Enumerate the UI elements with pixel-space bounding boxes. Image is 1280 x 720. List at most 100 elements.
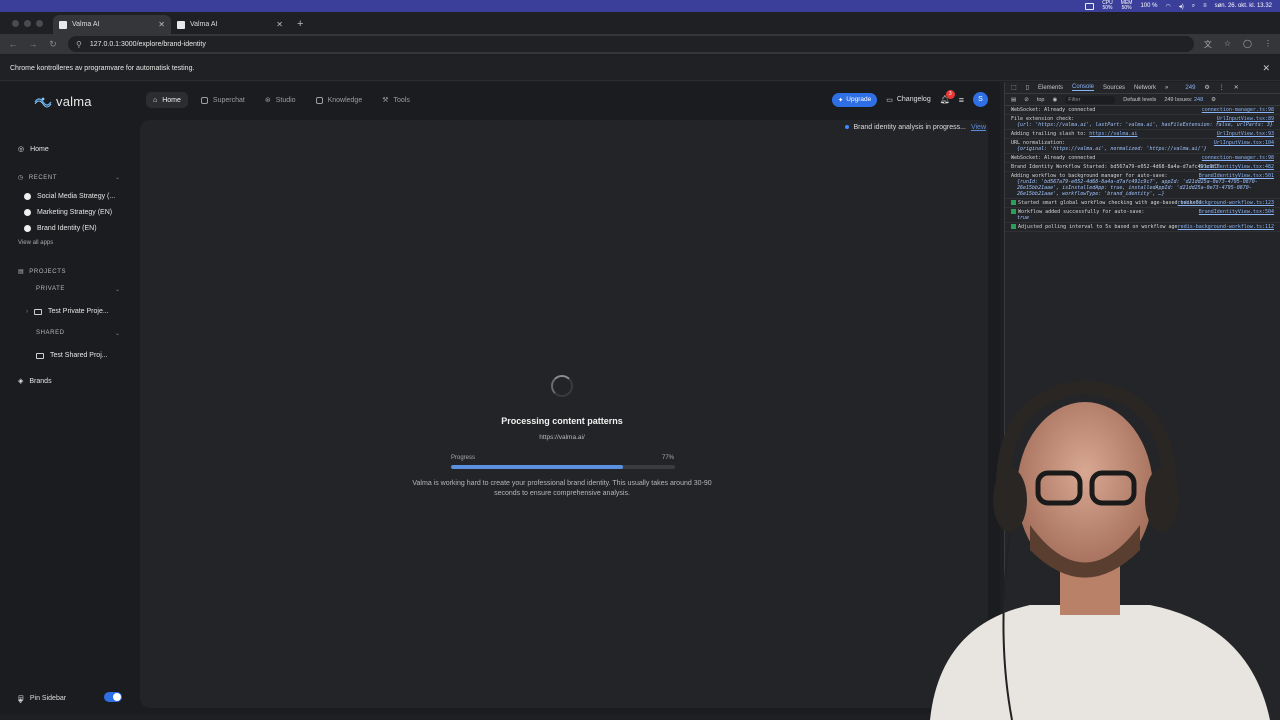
log-object[interactable]: {original: 'https://valma.ai', normalize… xyxy=(1011,146,1274,152)
context-select[interactable]: top xyxy=(1037,97,1045,103)
reload-button[interactable]: ↻ xyxy=(48,39,58,50)
chevron-down-icon[interactable]: ⌄ xyxy=(115,330,120,337)
close-tab-icon[interactable]: ✕ xyxy=(276,20,283,29)
browser-toolbar: ← → ↻ ⚲ 127.0.0.1:3000/explore/brand-ide… xyxy=(0,34,1280,54)
progress-bar xyxy=(451,465,675,469)
sidebar-item-home[interactable]: ◎ Home xyxy=(18,145,49,154)
tab-knowledge[interactable]: Knowledge xyxy=(309,92,370,108)
log-source-link[interactable]: connection-manager.ts:98 xyxy=(1202,155,1274,161)
app-dot-icon xyxy=(24,209,31,216)
site-info-icon[interactable]: ⚲ xyxy=(76,40,82,49)
top-right-actions: ✦ Upgrade ▭ Changelog 🔔︎ 3 ≡ S xyxy=(831,89,988,107)
shared-project-item[interactable]: Test Shared Proj... xyxy=(36,352,108,359)
forward-button[interactable]: → xyxy=(28,39,38,49)
tab-studio[interactable]: ⊛ Studio xyxy=(258,92,303,108)
console-filter-input[interactable]: Filter xyxy=(1065,95,1116,104)
log-source-link[interactable]: UrlInputView.tsx:89 xyxy=(1217,116,1274,122)
log-link[interactable]: https://valma.ai xyxy=(1089,131,1137,137)
view-all-apps-link[interactable]: View all apps xyxy=(18,240,53,246)
translate-icon[interactable]: 文 xyxy=(1204,39,1212,50)
clock[interactable]: søn. 26. okt. kl. 13.32 xyxy=(1215,3,1272,9)
tab-network[interactable]: Network xyxy=(1134,85,1156,91)
system-menu-bar: CPU 50% MEM 50% 100 % ◠ ◂) ⌕ ≡ søn. 26. ok… xyxy=(0,0,1280,12)
upgrade-button[interactable]: ✦ Upgrade xyxy=(831,92,878,107)
tab-sources[interactable]: Sources xyxy=(1103,85,1125,91)
console-log-entry: WebSocket: Already connected connection-m… xyxy=(1005,154,1280,163)
notifications-button[interactable]: 🔔︎ 3 xyxy=(940,89,955,105)
volume-icon[interactable]: ◂) xyxy=(1179,3,1184,10)
console-log-entry: WebSocket: Already connected connection-m… xyxy=(1005,106,1280,115)
tab-elements[interactable]: Elements xyxy=(1038,85,1063,91)
projects-section-header[interactable]: ▤ PROJECTS xyxy=(18,268,66,276)
bookmark-star-icon[interactable]: ☆ xyxy=(1224,39,1231,50)
view-link[interactable]: View xyxy=(971,124,986,131)
favicon-icon xyxy=(177,20,185,29)
window-controls[interactable] xyxy=(0,20,53,34)
shared-section-header[interactable]: SHARED xyxy=(36,330,65,336)
control-center-icon[interactable]: ≡ xyxy=(1203,3,1207,9)
changelog-icon: ▭ xyxy=(886,96,893,104)
recent-section-header[interactable]: ◷ RECENT xyxy=(18,174,57,182)
display-icon[interactable] xyxy=(1085,2,1095,10)
sidebar-toggle-icon[interactable]: ▤ xyxy=(1011,97,1016,103)
sparkle-icon: ✦ xyxy=(837,96,844,104)
recent-item[interactable]: Social Media Strategy (... xyxy=(24,193,115,200)
address-bar[interactable]: ⚲ 127.0.0.1:3000/explore/brand-identity xyxy=(68,36,1194,52)
tab-tools[interactable]: ⚒ Tools xyxy=(375,92,417,108)
settings-gear-icon[interactable]: ⚙ xyxy=(1204,84,1209,91)
chevron-down-icon[interactable]: ⌄ xyxy=(115,174,120,181)
pin-sidebar-toggle[interactable] xyxy=(104,692,122,702)
processing-description: Valma is working hard to create your pro… xyxy=(412,480,712,497)
log-object[interactable]: true xyxy=(1011,215,1274,221)
more-tabs-icon[interactable]: » xyxy=(1165,85,1168,91)
more-menu-icon[interactable]: ⋮ xyxy=(1264,39,1272,50)
more-menu-icon[interactable]: ⋮ xyxy=(1219,84,1225,91)
log-source-link[interactable]: redis-background-workflow.ts:123 xyxy=(1178,200,1274,206)
changelog-button[interactable]: ▭ Changelog xyxy=(886,96,931,104)
log-object[interactable]: {runId: 'bd567a79-e052-4d68-8a4a-d7afc49… xyxy=(1011,179,1274,197)
log-source-link[interactable]: connection-manager.ts:98 xyxy=(1202,107,1274,113)
log-source-link[interactable]: redis-background-workflow.ts:112 xyxy=(1178,224,1274,230)
clear-console-icon[interactable]: ⊘ xyxy=(1024,97,1029,103)
chevron-down-icon[interactable]: ⌄ xyxy=(115,286,120,293)
logo[interactable]: valma xyxy=(34,94,92,109)
automation-notice: Chrome kontrolleres av programvare for a… xyxy=(10,64,195,72)
chevron-right-icon[interactable]: › xyxy=(26,309,28,315)
tab-console[interactable]: Console xyxy=(1072,84,1095,91)
log-source-link[interactable]: BrandIdentityView.tsx:482 xyxy=(1199,164,1274,170)
inspect-icon[interactable]: ⬚ xyxy=(1011,84,1017,91)
tab-home[interactable]: ⌂ Home xyxy=(146,92,188,108)
log-levels-select[interactable]: Default levels xyxy=(1123,97,1156,103)
recent-item[interactable]: Marketing Strategy (EN) xyxy=(24,209,112,216)
back-button[interactable]: ← xyxy=(8,39,18,49)
log-source-link[interactable]: BrandIdentityView.tsx:504 xyxy=(1199,209,1274,215)
issues-counter[interactable]: 249 xyxy=(1185,85,1195,91)
tab-superchat[interactable]: Superchat xyxy=(194,92,252,108)
pin-sidebar-label: ⊟ Pin Sidebar xyxy=(18,694,67,703)
private-project-item[interactable]: › Test Private Proje... xyxy=(26,308,109,315)
new-tab-button[interactable]: + xyxy=(289,18,311,34)
sidebar-item-brands[interactable]: ◈ Brands xyxy=(18,377,52,386)
log-source-link[interactable]: BrandIdentityView.tsx:501 xyxy=(1199,173,1274,179)
avatar[interactable]: S xyxy=(973,92,988,107)
progress-percent: 77% xyxy=(662,455,675,461)
device-toolbar-icon[interactable]: ▯ xyxy=(1026,84,1029,91)
close-tab-icon[interactable]: ✕ xyxy=(158,20,165,29)
close-devtools-icon[interactable]: ✕ xyxy=(1234,84,1239,91)
recent-item[interactable]: Brand Identity (EN) xyxy=(24,225,97,232)
eye-icon[interactable]: ◉ xyxy=(1052,97,1057,103)
browser-tab[interactable]: Valma AI ✕ xyxy=(171,15,289,34)
search-icon[interactable]: ⌕ xyxy=(1192,3,1195,10)
private-section-header[interactable]: PRIVATE xyxy=(36,286,65,292)
console-settings-icon[interactable]: ⚙ xyxy=(1211,97,1216,103)
browser-tab[interactable]: Valma AI ✕ xyxy=(53,15,171,34)
menu-icon[interactable]: ≡ xyxy=(959,95,964,105)
log-source-link[interactable]: UrlInputView.tsx:104 xyxy=(1214,140,1274,146)
issues-label[interactable]: 249 Issues: 248 xyxy=(1164,97,1203,103)
close-infobar-icon[interactable]: ✕ xyxy=(1262,63,1270,74)
log-object[interactable]: {url: 'https://valma.ai', lastPart: 'val… xyxy=(1011,122,1274,128)
log-source-link[interactable]: UrlInputView.tsx:93 xyxy=(1217,131,1274,137)
wifi-icon[interactable]: ◠ xyxy=(1165,3,1170,10)
profile-icon[interactable]: ◯ xyxy=(1243,39,1252,50)
battery-indicator[interactable]: 100 % xyxy=(1140,3,1157,9)
